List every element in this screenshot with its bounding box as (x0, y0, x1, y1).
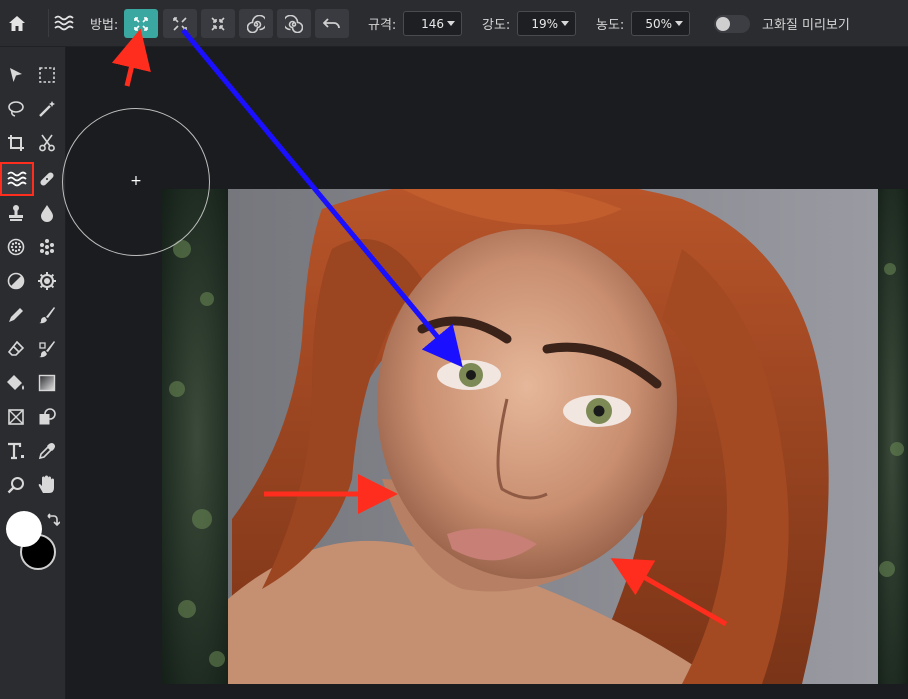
sponge-tool[interactable] (2, 233, 30, 261)
blur-tool[interactable] (33, 199, 61, 227)
scissors-icon (39, 134, 55, 152)
crop-icon (8, 135, 24, 151)
lasso-tool[interactable] (2, 95, 30, 123)
magic-wand-tool[interactable] (33, 95, 61, 123)
method-expand-diagonal-button[interactable] (163, 9, 197, 38)
eyedropper-icon (38, 443, 55, 460)
hq-preview-label: 고화질 미리보기 (762, 18, 850, 33)
scale-value: 146 (421, 16, 444, 31)
stamp-icon (9, 205, 23, 221)
expand-icon (134, 16, 148, 31)
chevron-down-icon (447, 21, 455, 26)
frame-tool[interactable] (2, 403, 30, 431)
brush-icon (39, 307, 55, 324)
density-label: 농도: (596, 18, 625, 33)
liquify-tool-indicator (48, 9, 78, 37)
eraser-tool[interactable] (2, 335, 30, 363)
top-toolbar: 방법: 규격: 146 강도: 19% 농도: 50% 고화질 미리보기 (0, 0, 908, 47)
density-value: 50% (645, 16, 672, 31)
toggle-knob (716, 17, 730, 31)
dodge-burn-tool[interactable] (2, 267, 30, 295)
shape-tool[interactable] (33, 403, 61, 431)
text-icon (8, 442, 24, 460)
swap-colors-icon[interactable] (44, 513, 60, 529)
hq-preview-toggle[interactable] (714, 15, 750, 33)
gradient-icon (38, 374, 56, 392)
brush-crosshair-icon: + (130, 173, 142, 189)
strength-value: 19% (531, 16, 558, 31)
chevron-down-icon (675, 21, 683, 26)
scissors-tool[interactable] (33, 129, 61, 157)
color-replace-tool[interactable] (33, 335, 61, 363)
twirl-left-icon (285, 14, 303, 33)
method-twirl-right-button[interactable] (239, 9, 273, 38)
method-label: 방법: (90, 18, 119, 33)
canvas-area[interactable]: + (62, 48, 908, 699)
brush-tool[interactable] (33, 301, 61, 329)
scale-label: 규격: (368, 18, 397, 33)
home-button[interactable] (2, 9, 32, 37)
shape-icon (39, 408, 56, 425)
pen-icon (9, 308, 23, 322)
lasso-icon (8, 101, 24, 117)
method-twirl-left-button[interactable] (277, 9, 311, 38)
eraser-icon (7, 340, 25, 356)
gradient-tool[interactable] (33, 369, 61, 397)
zoom-icon (7, 477, 24, 494)
sharpen-gear-icon (38, 272, 56, 290)
dodge-burn-icon (7, 272, 25, 290)
crop-tool[interactable] (2, 129, 30, 157)
hand-icon (38, 475, 54, 493)
method-expand-button[interactable] (124, 9, 158, 38)
marquee-icon (39, 67, 55, 83)
expand-diagonal-icon (173, 16, 187, 31)
text-tool[interactable] (2, 437, 30, 465)
dots-tool[interactable] (33, 233, 61, 261)
liquify-icon (7, 171, 27, 187)
undo-button[interactable] (315, 9, 349, 38)
strength-label: 강도: (482, 18, 511, 33)
twirl-right-icon (247, 14, 265, 33)
magic-wand-icon (39, 101, 55, 117)
sponge-icon (7, 238, 25, 256)
chevron-down-icon (561, 21, 569, 26)
scale-dropdown[interactable]: 146 (403, 11, 462, 36)
pen-tool[interactable] (2, 301, 30, 329)
healing-tool[interactable] (33, 165, 61, 193)
eyedropper-tool[interactable] (33, 437, 61, 465)
strength-dropdown[interactable]: 19% (517, 11, 576, 36)
zoom-tool[interactable] (2, 471, 30, 499)
bandage-icon (40, 172, 54, 186)
frame-icon (8, 409, 24, 425)
move-icon (10, 68, 22, 82)
undo-icon (323, 17, 340, 28)
paint-bucket-icon (7, 375, 24, 390)
blur-drop-icon (41, 205, 53, 222)
move-tool[interactable] (2, 61, 30, 89)
home-icon (9, 15, 25, 31)
method-shrink-button[interactable] (201, 9, 235, 38)
shrink-icon (211, 16, 225, 31)
dots-icon (40, 239, 54, 255)
liquify-icon (53, 15, 74, 31)
marquee-tool[interactable] (33, 61, 61, 89)
hand-tool[interactable] (33, 471, 61, 499)
liquify-tool[interactable] (0, 162, 34, 196)
paint-bucket-tool[interactable] (2, 369, 30, 397)
density-dropdown[interactable]: 50% (631, 11, 690, 36)
clone-stamp-tool[interactable] (2, 199, 30, 227)
portrait-photo[interactable] (162, 189, 908, 684)
toolbox (0, 47, 66, 699)
foreground-color-swatch[interactable] (6, 511, 42, 547)
color-replace-icon (39, 341, 55, 358)
sharpen-tool[interactable] (33, 267, 61, 295)
